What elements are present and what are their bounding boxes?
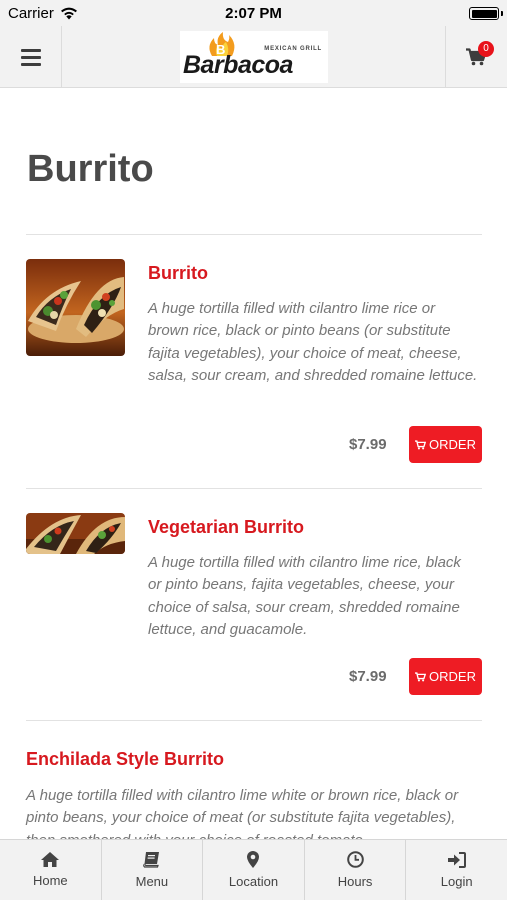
divider bbox=[26, 234, 482, 235]
login-icon bbox=[447, 851, 466, 868]
clock-icon bbox=[346, 851, 364, 868]
page-title: Burrito bbox=[27, 148, 154, 190]
battery-level-fill bbox=[471, 9, 497, 18]
tab-login[interactable]: Login bbox=[406, 840, 507, 900]
cart-icon bbox=[415, 439, 427, 449]
order-label: ORDER bbox=[429, 437, 476, 452]
status-bar: Carrier 2:07 PM bbox=[0, 0, 507, 26]
burrito-photo bbox=[26, 259, 125, 356]
book-icon bbox=[143, 851, 160, 868]
item-description: A huge tortilla filled with cilantro lim… bbox=[148, 554, 461, 638]
map-pin-icon bbox=[247, 851, 260, 868]
hamburger-icon bbox=[20, 48, 41, 66]
tab-label: Menu bbox=[135, 873, 169, 889]
cart-icon bbox=[415, 671, 427, 681]
item-description: A huge tortilla filled with cilantro lim… bbox=[148, 300, 478, 384]
vegetarian-burrito-photo bbox=[26, 513, 125, 554]
item-name[interactable]: Enchilada Style Burrito bbox=[26, 749, 224, 770]
order-label: ORDER bbox=[429, 669, 476, 684]
app-header: B MEXICAN GRILL Barbacoa 0 bbox=[0, 26, 507, 88]
tab-label: Location bbox=[228, 874, 279, 889]
tab-label: Hours bbox=[337, 874, 373, 889]
tab-hours[interactable]: Hours bbox=[305, 840, 407, 900]
item-name[interactable]: Burrito bbox=[148, 263, 208, 284]
item-image-vegetarian-burrito[interactable] bbox=[26, 513, 125, 554]
clock-time: 2:07 PM bbox=[225, 5, 282, 22]
cart-count-badge: 0 bbox=[478, 41, 494, 57]
item-image-burrito[interactable] bbox=[26, 259, 125, 356]
divider bbox=[26, 720, 482, 721]
cart-button[interactable]: 0 bbox=[445, 26, 507, 88]
order-button[interactable]: ORDER bbox=[409, 426, 482, 463]
battery-cap bbox=[501, 11, 503, 16]
item-price: $7.99 bbox=[349, 668, 387, 685]
item-price: $7.99 bbox=[349, 436, 387, 453]
tab-home[interactable]: Home bbox=[0, 840, 102, 900]
tab-location[interactable]: Location bbox=[203, 840, 305, 900]
logo-wordmark: Barbacoa bbox=[183, 51, 293, 79]
divider bbox=[26, 488, 482, 489]
brand-logo[interactable]: B MEXICAN GRILL Barbacoa bbox=[180, 31, 328, 83]
bottom-tab-bar: Home Menu Location Hours Login bbox=[0, 839, 507, 900]
item-name[interactable]: Vegetarian Burrito bbox=[148, 517, 304, 538]
home-icon bbox=[41, 852, 60, 867]
tab-label: Login bbox=[440, 873, 473, 889]
battery-icon bbox=[469, 7, 499, 20]
tab-label: Home bbox=[32, 873, 68, 888]
tab-menu[interactable]: Menu bbox=[102, 840, 204, 900]
order-button[interactable]: ORDER bbox=[409, 658, 482, 695]
menu-button[interactable] bbox=[0, 26, 62, 88]
